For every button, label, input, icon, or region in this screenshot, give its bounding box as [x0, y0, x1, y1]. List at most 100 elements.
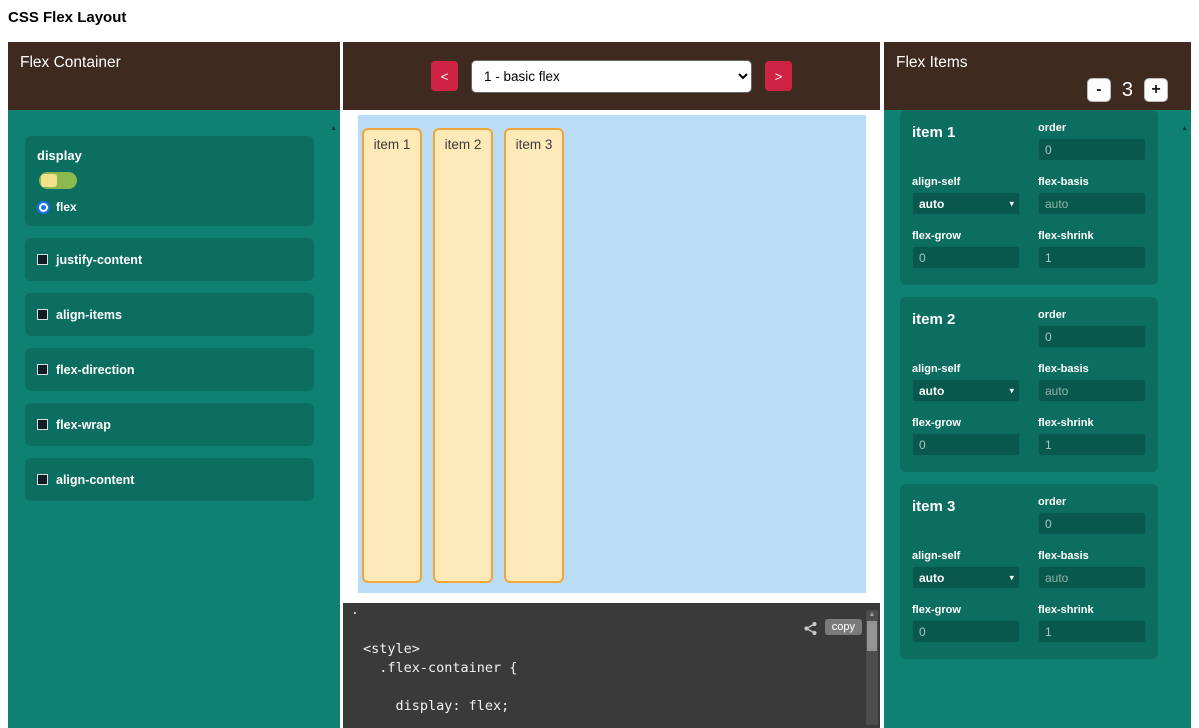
flex-shrink-field: flex-shrink: [1038, 230, 1146, 269]
add-item-button[interactable]: +: [1144, 78, 1168, 102]
flex-shrink-field: flex-shrink: [1038, 417, 1146, 456]
option-flex-direction[interactable]: flex-direction: [25, 348, 314, 391]
flex-container-title: Flex Container: [20, 54, 121, 71]
flex-container-header: Flex Container: [8, 42, 340, 110]
order-label: order: [1038, 309, 1146, 321]
align-self-select[interactable]: auto: [912, 566, 1020, 589]
flex-shrink-input[interactable]: [1038, 246, 1146, 269]
option-align-items[interactable]: align-items: [25, 293, 314, 336]
align-self-select-wrap: auto: [912, 566, 1020, 589]
flex-shrink-label: flex-shrink: [1038, 417, 1146, 429]
display-label: display: [37, 148, 302, 163]
align-self-select-wrap: auto: [912, 379, 1020, 402]
flex-grow-label: flex-grow: [912, 230, 1020, 242]
flex-grow-input[interactable]: [912, 246, 1020, 269]
option-flex-wrap[interactable]: flex-wrap: [25, 403, 314, 446]
align-self-select[interactable]: auto: [912, 379, 1020, 402]
scroll-up-icon[interactable]: [330, 118, 337, 134]
prev-example-button[interactable]: <: [431, 61, 458, 91]
item-card-1: item 1 order align-self auto flex-basis …: [900, 110, 1158, 285]
flex-basis-field: flex-basis: [1038, 176, 1146, 215]
flex-grow-input[interactable]: [912, 433, 1020, 456]
flex-basis-input[interactable]: [1038, 379, 1146, 402]
item-title: item 1: [912, 122, 1020, 141]
flex-shrink-label: flex-shrink: [1038, 230, 1146, 242]
example-selector-bar: < 1 - basic flex >: [343, 42, 880, 110]
option-justify-content[interactable]: justify-content: [25, 238, 314, 281]
example-select[interactable]: 1 - basic flex: [471, 60, 752, 93]
option-align-content[interactable]: align-content: [25, 458, 314, 501]
align-content-label: align-content: [56, 473, 134, 487]
item-card-2: item 2 order align-self auto flex-basis …: [900, 297, 1158, 472]
share-icon[interactable]: [803, 621, 818, 636]
align-self-field: align-self auto: [912, 363, 1020, 402]
code-block: . copy <style> .flex-container { display…: [343, 603, 880, 728]
page-title: CSS Flex Layout: [8, 9, 126, 26]
item-count-controls: - 3 +: [1087, 78, 1168, 102]
flex-container-panel: Flex Container display flex justify-cont…: [8, 42, 340, 728]
align-self-field: align-self auto: [912, 550, 1020, 589]
order-field: order: [1038, 122, 1146, 161]
align-self-select[interactable]: auto: [912, 192, 1020, 215]
order-input[interactable]: [1038, 138, 1146, 161]
flex-wrap-label: flex-wrap: [56, 418, 111, 432]
align-items-checkbox[interactable]: [37, 309, 48, 320]
flex-basis-input[interactable]: [1038, 192, 1146, 215]
order-label: order: [1038, 496, 1146, 508]
flex-basis-field: flex-basis: [1038, 363, 1146, 402]
align-content-checkbox[interactable]: [37, 474, 48, 485]
flex-items-header: Flex Items - 3 +: [884, 42, 1191, 110]
flex-basis-label: flex-basis: [1038, 550, 1146, 562]
copy-button[interactable]: copy: [825, 619, 862, 635]
order-label: order: [1038, 122, 1146, 134]
flex-basis-label: flex-basis: [1038, 176, 1146, 188]
generated-css-code: <style> .flex-container { display: flex;: [363, 640, 517, 716]
flex-shrink-field: flex-shrink: [1038, 604, 1146, 643]
align-self-select-wrap: auto: [912, 192, 1020, 215]
preview-item-1: item 1: [362, 128, 422, 583]
display-card: display flex: [25, 136, 314, 226]
align-self-label: align-self: [912, 176, 1020, 188]
flex-shrink-input[interactable]: [1038, 620, 1146, 643]
order-input[interactable]: [1038, 325, 1146, 348]
flex-basis-label: flex-basis: [1038, 363, 1146, 375]
item-count: 3: [1122, 79, 1133, 102]
flex-grow-input[interactable]: [912, 620, 1020, 643]
flex-grow-field: flex-grow: [912, 230, 1020, 269]
flex-items-body: item 1 order align-self auto flex-basis …: [884, 110, 1191, 728]
flex-grow-field: flex-grow: [912, 604, 1020, 643]
justify-content-checkbox[interactable]: [37, 254, 48, 265]
flex-basis-input[interactable]: [1038, 566, 1146, 589]
flex-grow-label: flex-grow: [912, 417, 1020, 429]
flex-direction-checkbox[interactable]: [37, 364, 48, 375]
next-example-button[interactable]: >: [765, 61, 792, 91]
align-self-label: align-self: [912, 363, 1020, 375]
flex-grow-field: flex-grow: [912, 417, 1020, 456]
code-scrollbar-thumb[interactable]: [867, 621, 877, 651]
flex-radio[interactable]: [37, 201, 50, 214]
scroll-up-icon[interactable]: [1181, 118, 1188, 134]
flex-direction-label: flex-direction: [56, 363, 135, 377]
order-field: order: [1038, 309, 1146, 348]
flex-grow-label: flex-grow: [912, 604, 1020, 616]
code-marker: .: [351, 603, 359, 618]
item-title: item 3: [912, 496, 1020, 515]
display-toggle[interactable]: [39, 172, 77, 189]
flex-items-panel: Flex Items - 3 + item 1 order align-self…: [884, 42, 1191, 728]
align-self-label: align-self: [912, 550, 1020, 562]
item-title: item 2: [912, 309, 1020, 328]
order-field: order: [1038, 496, 1146, 535]
code-scrollbar[interactable]: [866, 610, 878, 725]
order-input[interactable]: [1038, 512, 1146, 535]
display-flex-radio-row[interactable]: flex: [37, 200, 302, 214]
preview-item-2: item 2: [433, 128, 493, 583]
flex-shrink-label: flex-shrink: [1038, 604, 1146, 616]
item-card-3: item 3 order align-self auto flex-basis …: [900, 484, 1158, 659]
flex-shrink-input[interactable]: [1038, 433, 1146, 456]
flex-container-body: display flex justify-content align-items…: [8, 110, 340, 728]
remove-item-button[interactable]: -: [1087, 78, 1111, 102]
align-items-label: align-items: [56, 308, 122, 322]
flex-radio-label: flex: [56, 200, 77, 214]
flex-wrap-checkbox[interactable]: [37, 419, 48, 430]
align-self-field: align-self auto: [912, 176, 1020, 215]
